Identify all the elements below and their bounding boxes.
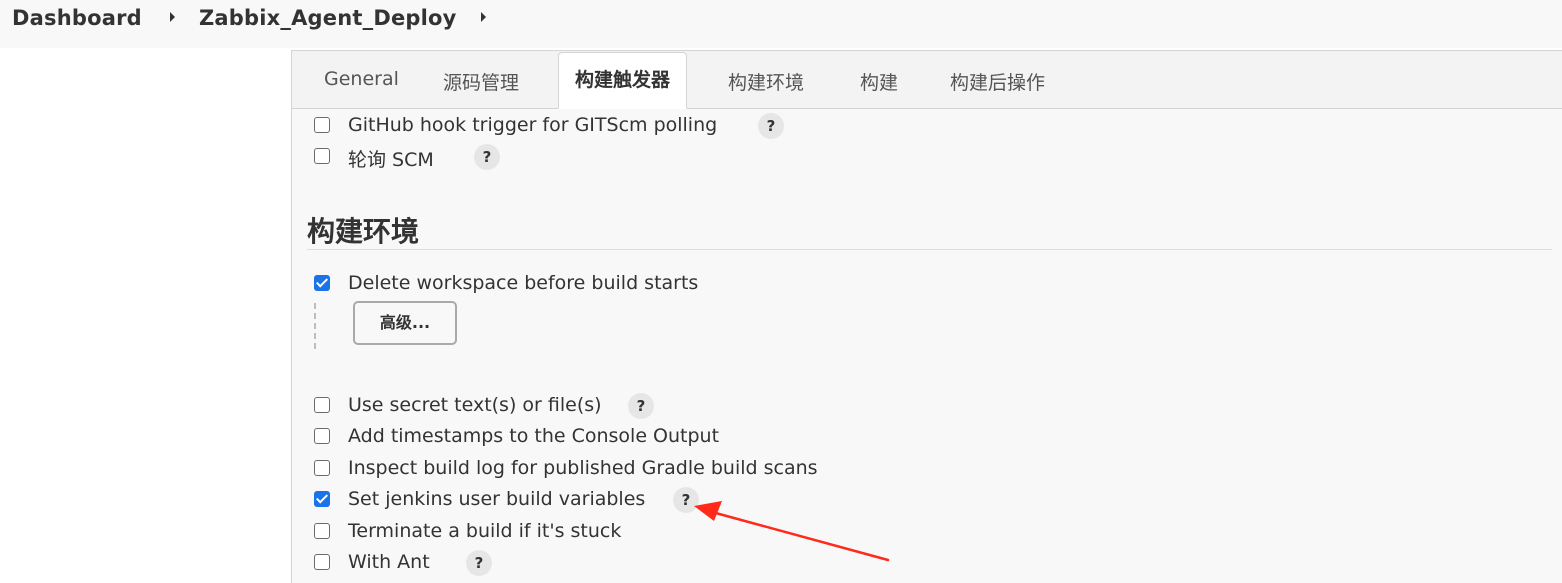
- red-arrow-annotation: [694, 501, 890, 562]
- annotation-arrow-head: [694, 501, 722, 521]
- annotation-arrow-shaft: [710, 510, 890, 562]
